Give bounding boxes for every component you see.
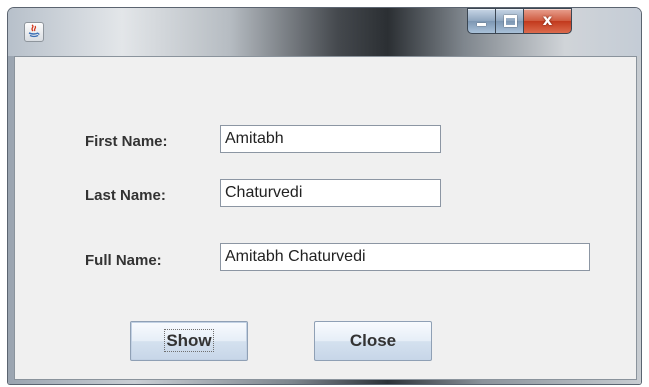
title-bar[interactable]: x bbox=[8, 8, 641, 56]
close-button[interactable]: Close bbox=[314, 321, 432, 361]
close-icon: x bbox=[542, 11, 553, 29]
last-name-label: Last Name: bbox=[85, 187, 166, 204]
form-panel: First Name: Last Name: Full Name: Show C… bbox=[14, 56, 637, 380]
show-button[interactable]: Show bbox=[130, 321, 248, 361]
first-name-field[interactable] bbox=[220, 125, 441, 153]
show-button-label: Show bbox=[164, 329, 214, 352]
first-name-label: First Name: bbox=[85, 133, 168, 150]
minimize-button[interactable] bbox=[467, 8, 496, 34]
close-window-button[interactable]: x bbox=[523, 8, 572, 34]
last-name-field[interactable] bbox=[220, 179, 441, 207]
full-name-label: Full Name: bbox=[85, 252, 162, 269]
java-app-icon[interactable] bbox=[24, 22, 44, 42]
full-name-field[interactable] bbox=[220, 243, 590, 271]
maximize-button[interactable] bbox=[495, 8, 524, 34]
app-window: x First Name: Last Name: Full Name: Show… bbox=[8, 8, 641, 384]
close-button-label: Close bbox=[349, 331, 397, 350]
